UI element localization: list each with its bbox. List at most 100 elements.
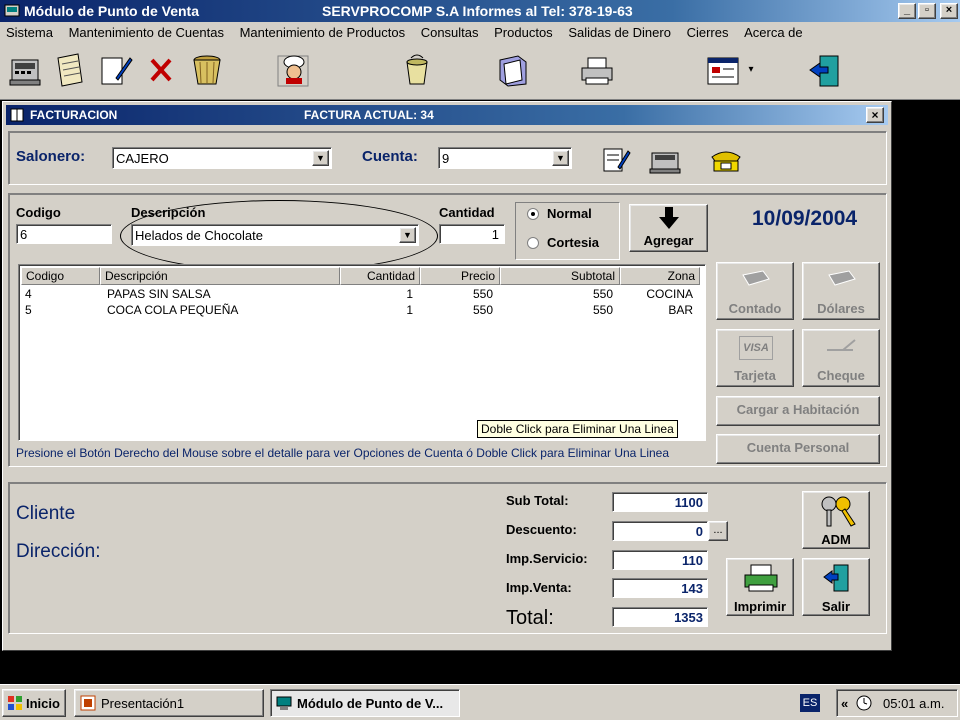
total-field: 1353 xyxy=(612,607,708,627)
cell-subtotal: 550 xyxy=(592,303,613,317)
codigo-input[interactable]: 6 xyxy=(16,224,112,244)
computer-icon xyxy=(276,696,292,710)
facturacion-close-button[interactable]: × xyxy=(866,107,884,123)
venta-field: 143 xyxy=(612,578,708,598)
edit-account-icon[interactable] xyxy=(600,145,632,175)
register-icon[interactable] xyxy=(648,145,682,175)
descuento-label: Descuento: xyxy=(506,522,577,537)
book-icon xyxy=(10,108,24,122)
visa-card-icon: VISA xyxy=(739,336,773,360)
printer-icon xyxy=(744,564,778,592)
contado-label: Contado xyxy=(728,301,782,316)
system-tray: « 05:01 a.m. xyxy=(836,689,958,717)
cliente-label: Cliente xyxy=(16,503,76,524)
chef-icon[interactable] xyxy=(274,50,312,90)
menu-productos[interactable]: Productos xyxy=(488,22,559,40)
tarjeta-button[interactable]: VISA Tarjeta xyxy=(716,329,794,387)
clock: 05:01 a.m. xyxy=(883,696,945,711)
col-precio[interactable]: Precio xyxy=(420,267,500,285)
descuento-field[interactable]: 0 xyxy=(612,521,708,541)
folder-icon[interactable] xyxy=(494,50,532,90)
task-punto-venta[interactable]: Módulo de Punto de V... xyxy=(270,689,460,717)
table-row[interactable]: 5 COCA COLA PEQUEÑA 1 550 550 BAR xyxy=(19,303,705,319)
descripcion-select[interactable]: Helados de Chocolate ▼ xyxy=(131,224,419,246)
cell-precio: 550 xyxy=(472,303,493,317)
chevron-down-icon[interactable]: ▼ xyxy=(552,150,569,166)
cell-descripcion: COCA COLA PEQUEÑA xyxy=(107,303,239,317)
menu-mantenimiento-productos[interactable]: Mantenimiento de Productos xyxy=(234,22,411,40)
report-dropdown-arrow[interactable]: ▾ xyxy=(744,50,758,90)
servicio-label: Imp.Servicio: xyxy=(506,551,588,566)
tray-expand-chevron[interactable]: « xyxy=(841,696,848,711)
subtotal-label: Sub Total: xyxy=(506,493,569,508)
menu-sistema[interactable]: Sistema xyxy=(0,22,59,40)
detail-grid[interactable]: Codigo Descripción Cantidad Precio Subto… xyxy=(18,264,706,441)
radio-cortesia[interactable] xyxy=(527,237,539,249)
language-indicator[interactable]: ES xyxy=(800,694,820,712)
menu-acerca-de[interactable]: Acerca de xyxy=(738,22,809,40)
descripcion-label: Descripción xyxy=(131,205,206,220)
facturacion-title-bar: FACTURACION FACTURA ACTUAL: 34 × xyxy=(6,105,888,125)
report-icon[interactable] xyxy=(704,50,742,90)
edit-document-icon[interactable] xyxy=(96,50,134,90)
delete-x-icon[interactable] xyxy=(142,50,180,90)
cell-cantidad: 1 xyxy=(406,287,413,301)
cargar-habitacion-button[interactable]: Cargar a Habitación xyxy=(716,396,880,426)
descripcion-value: Helados de Chocolate xyxy=(135,228,263,243)
imprimir-button[interactable]: Imprimir xyxy=(726,558,794,616)
cheque-label: Cheque xyxy=(817,368,865,383)
menu-consultas[interactable]: Consultas xyxy=(415,22,485,40)
maximize-button[interactable]: ▫ xyxy=(918,3,936,19)
task-presentacion[interactable]: Presentación1 xyxy=(74,689,264,717)
chevron-down-icon[interactable]: ▼ xyxy=(399,227,416,243)
col-descripcion[interactable]: Descripción xyxy=(100,267,340,285)
adm-button[interactable]: ADM xyxy=(802,491,870,549)
cantidad-input[interactable]: 1 xyxy=(439,224,505,244)
adm-label: ADM xyxy=(821,532,851,547)
menu-salidas-dinero[interactable]: Salidas de Dinero xyxy=(562,22,677,40)
trash-bin-icon[interactable] xyxy=(398,50,436,90)
task-punto-venta-label: Módulo de Punto de V... xyxy=(297,696,444,711)
printer-icon[interactable] xyxy=(578,50,616,90)
exit-door-icon[interactable] xyxy=(806,50,844,90)
basket-icon[interactable] xyxy=(188,50,226,90)
invoice-date: 10/09/2004 xyxy=(752,207,858,230)
close-button[interactable]: × xyxy=(940,3,958,19)
salir-button[interactable]: Salir xyxy=(802,558,870,616)
tarjeta-label: Tarjeta xyxy=(734,368,776,383)
descuento-options-button[interactable]: ... xyxy=(708,521,728,541)
radio-normal-label: Normal xyxy=(547,206,592,221)
codigo-value: 6 xyxy=(20,227,28,242)
col-subtotal[interactable]: Subtotal xyxy=(500,267,620,285)
venta-label: Imp.Venta: xyxy=(506,580,572,595)
salonero-label: Salonero: xyxy=(16,148,86,165)
agregar-label: Agregar xyxy=(643,233,694,248)
notebook-icon[interactable] xyxy=(50,50,88,90)
start-button[interactable]: Inicio xyxy=(2,689,66,717)
minimize-button[interactable]: _ xyxy=(898,3,916,19)
telephone-icon[interactable] xyxy=(706,145,746,175)
direccion-label: Dirección: xyxy=(16,541,101,562)
menu-cierres[interactable]: Cierres xyxy=(681,22,735,40)
cuenta-select[interactable]: 9 ▼ xyxy=(438,147,572,169)
contado-button[interactable]: Contado xyxy=(716,262,794,320)
col-zona[interactable]: Zona xyxy=(620,267,700,285)
keys-icon xyxy=(821,496,856,527)
facturacion-title: FACTURACION xyxy=(30,108,118,122)
radio-normal[interactable] xyxy=(527,208,539,220)
menu-mantenimiento-cuentas[interactable]: Mantenimiento de Cuentas xyxy=(63,22,230,40)
servicio-field: 110 xyxy=(612,550,708,570)
chevron-down-icon[interactable]: ▼ xyxy=(312,150,329,166)
taskbar: Inicio Presentación1 Módulo de Punto de … xyxy=(0,684,960,720)
col-codigo[interactable]: Codigo xyxy=(21,267,100,285)
dolares-button[interactable]: Dólares xyxy=(802,262,880,320)
col-cantidad[interactable]: Cantidad xyxy=(340,267,420,285)
salonero-select[interactable]: CAJERO ▼ xyxy=(112,147,332,169)
arrow-down-icon xyxy=(659,207,679,229)
table-row[interactable]: 4 PAPAS SIN SALSA 1 550 550 COCINA xyxy=(19,287,705,303)
agregar-button[interactable]: Agregar xyxy=(629,204,708,252)
cheque-button[interactable]: Cheque xyxy=(802,329,880,387)
dolares-label: Dólares xyxy=(817,301,865,316)
cash-register-icon[interactable] xyxy=(6,50,44,90)
cuenta-personal-button[interactable]: Cuenta Personal xyxy=(716,434,880,464)
